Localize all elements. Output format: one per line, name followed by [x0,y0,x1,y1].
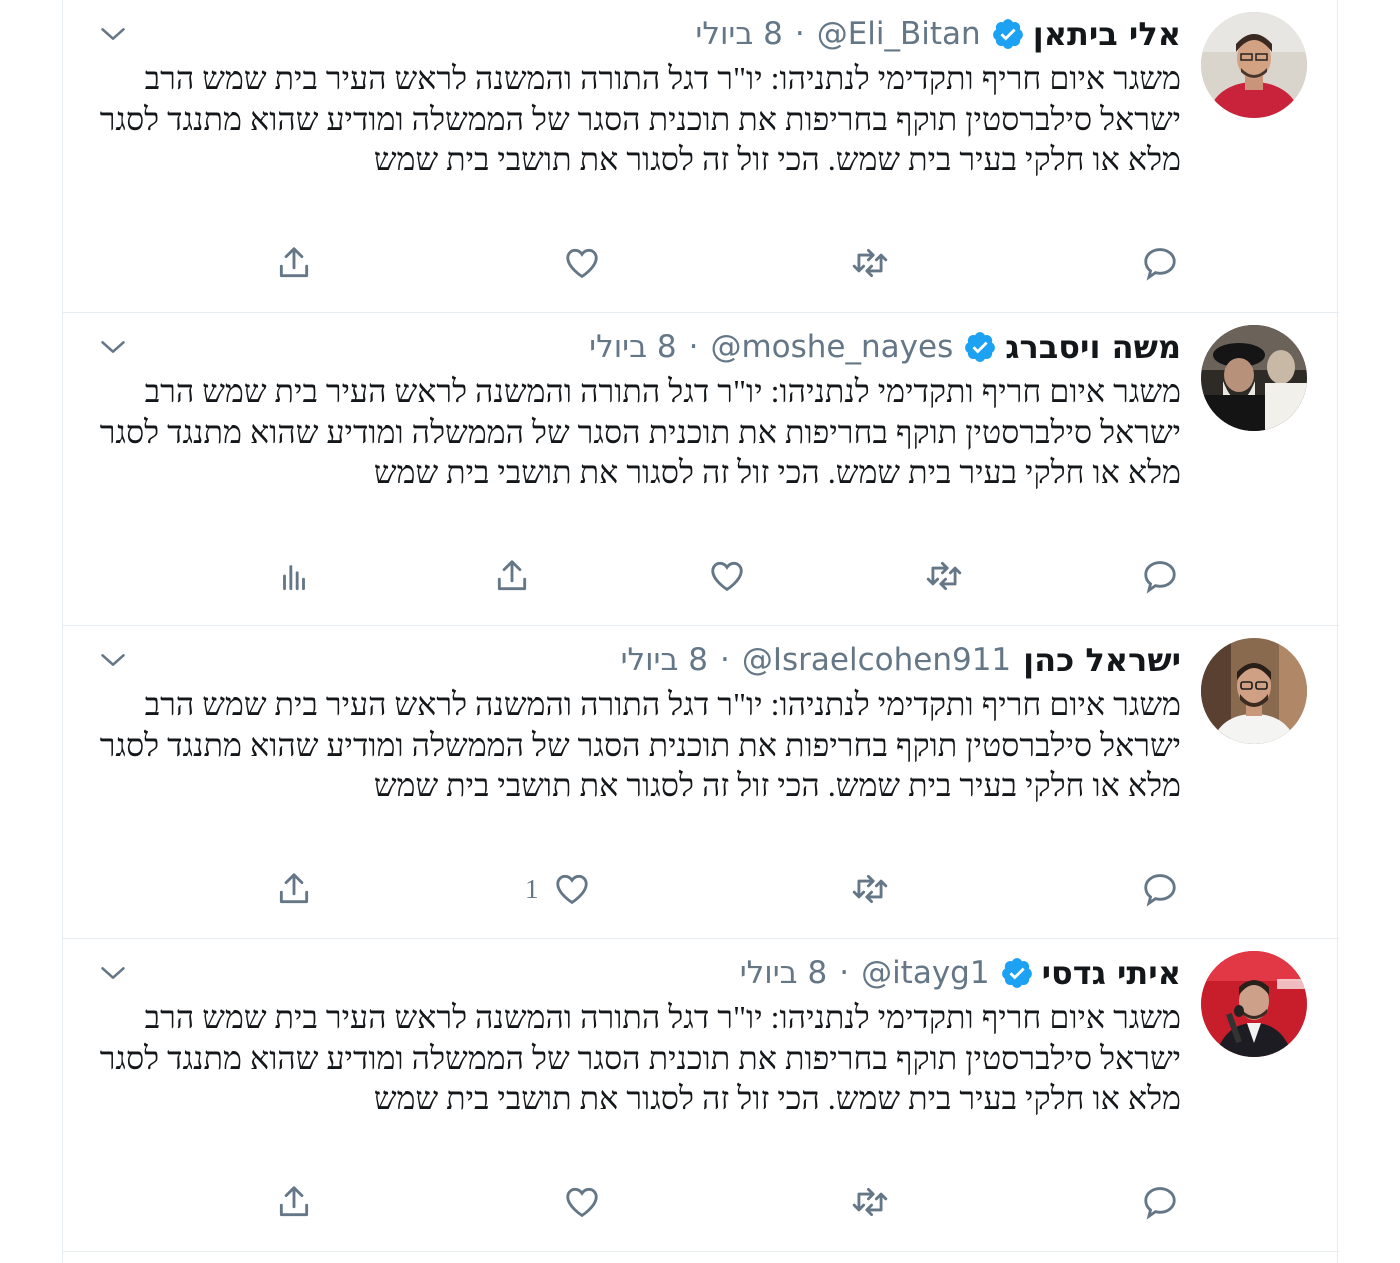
reply-button[interactable] [1141,864,1179,914]
verified-badge-icon [963,330,997,364]
tweet-date[interactable]: 8 ביולי [740,955,827,991]
retweet-button[interactable] [851,864,889,914]
reply-icon [1144,874,1176,907]
avatar[interactable] [1201,638,1307,744]
display-name[interactable]: משה ויסברג [1005,328,1181,366]
like-button[interactable] [563,238,601,288]
avatar[interactable] [1201,951,1307,1057]
tweet-date[interactable]: 8 ביולי [589,329,676,365]
tweet-date[interactable]: 8 ביולי [621,642,708,678]
tweet-header: אלי ביתאן @Eli_Bitan · 8 ביולי [695,12,1181,56]
user-handle[interactable]: @itayg1 [861,955,990,991]
reply-icon [1144,1187,1176,1220]
analytics-button[interactable] [275,551,313,601]
analytics-icon [283,565,305,591]
retweet-button[interactable] [925,551,963,601]
reply-button[interactable] [1141,1177,1179,1227]
heart-icon [555,874,588,905]
tweet-actions: 1 [63,864,1339,914]
avatar[interactable] [1201,325,1307,431]
reply-icon [1144,248,1176,281]
tweet-actions [63,238,1339,288]
display-name[interactable]: איתי גדסי [1042,954,1181,992]
tweet[interactable]: איתי גדסי @itayg1 · 8 ביולי משגר איום חר… [63,939,1339,1252]
separator-dot: · [794,16,805,52]
separator-dot: · [688,329,699,365]
tweet[interactable]: ישראל כהן @Israelcohen911 · 8 ביולי משגר… [63,626,1339,939]
chevron-down-icon[interactable] [99,20,127,48]
share-button[interactable] [493,551,531,601]
chevron-down-icon[interactable] [99,646,127,674]
chevron-down-icon[interactable] [99,333,127,361]
retweet-icon [852,248,888,278]
share-button[interactable] [275,864,313,914]
tweet-text: משגר איום חריף ותקדימי לנתניהו: יו"ר דגל… [99,686,1181,803]
separator-dot: · [839,955,850,991]
reply-icon [1144,561,1176,594]
share-icon [279,873,309,904]
tweet-text: משגר איום חריף ותקדימי לנתניהו: יו"ר דגל… [99,999,1181,1116]
share-button[interactable] [275,238,313,288]
share-icon [497,560,527,591]
reply-button[interactable] [1141,238,1179,288]
user-handle[interactable]: @Eli_Bitan [817,16,981,52]
display-name[interactable]: אלי ביתאן [1033,15,1181,53]
avatar[interactable] [1201,12,1307,118]
share-icon [279,1186,309,1217]
user-handle[interactable]: @Israelcohen911 [742,642,1011,678]
user-handle[interactable]: @moshe_nayes [710,329,953,365]
tweet[interactable]: משה ויסברג @moshe_nayes · 8 ביולי משגר א… [63,313,1339,626]
tweet-actions [63,551,1339,601]
like-button[interactable] [563,1177,601,1227]
tweet-text: משגר איום חריף ותקדימי לנתניהו: יו"ר דגל… [99,60,1181,177]
heart-icon [566,248,598,279]
retweet-button[interactable] [851,238,889,288]
retweet-icon [926,561,962,591]
heart-icon [711,561,743,592]
verified-badge-icon [1000,956,1034,990]
separator-dot: · [720,642,730,678]
retweet-button[interactable] [851,1177,889,1227]
retweet-icon [852,1187,888,1217]
verified-badge-icon [991,17,1025,51]
tweet-header: ישראל כהן @Israelcohen911 · 8 ביולי [621,638,1181,682]
share-button[interactable] [275,1177,313,1227]
tweet[interactable]: אלי ביתאן @Eli_Bitan · 8 ביולי משגר איום… [63,0,1339,313]
share-icon [279,247,309,278]
like-count: 1 [525,873,539,904]
heart-icon [566,1187,598,1218]
tweet-actions [63,1177,1339,1227]
reply-button[interactable] [1141,551,1179,601]
tweet-date[interactable]: 8 ביולי [695,16,782,52]
like-button[interactable]: 1 [525,864,591,914]
like-button[interactable] [708,551,746,601]
retweet-icon [852,874,888,904]
chevron-down-icon[interactable] [99,959,127,987]
tweet-header: איתי גדסי @itayg1 · 8 ביולי [740,951,1181,995]
tweet-text: משגר איום חריף ותקדימי לנתניהו: יו"ר דגל… [99,373,1181,490]
timeline: אלי ביתאן @Eli_Bitan · 8 ביולי משגר איום… [62,0,1339,1263]
display-name[interactable]: ישראל כהן [1023,641,1181,679]
tweet-header: משה ויסברג @moshe_nayes · 8 ביולי [589,325,1181,369]
